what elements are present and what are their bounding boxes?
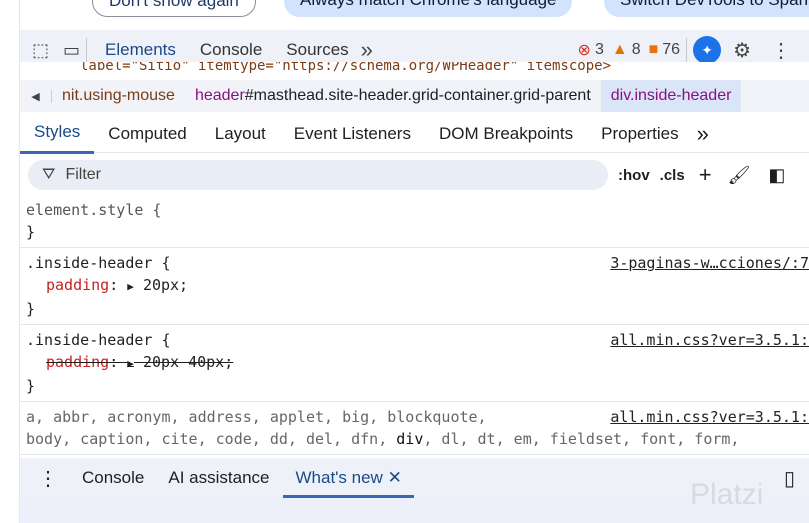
rule-selector[interactable]: element.style { bbox=[26, 199, 803, 221]
property-name[interactable]: padding bbox=[46, 276, 109, 294]
style-rule: element.style { } bbox=[20, 195, 809, 248]
matched-selector: div bbox=[396, 430, 424, 448]
issue-counters[interactable]: ⊗ 3 ▲ 8 ■ 76 bbox=[578, 40, 681, 60]
issue-count: 76 bbox=[662, 41, 681, 58]
scroll-left-icon[interactable]: ◀ bbox=[20, 89, 52, 103]
expand-icon[interactable]: ▶ bbox=[127, 357, 134, 370]
warning-count: 8 bbox=[631, 41, 641, 58]
divider bbox=[86, 38, 88, 62]
more-subtabs-icon[interactable]: » bbox=[693, 115, 713, 153]
dock-side-icon[interactable]: ▯ bbox=[784, 466, 795, 491]
breadcrumb-tag: header bbox=[194, 87, 245, 104]
toggle-sidebar-icon[interactable]: ◧ bbox=[768, 165, 785, 186]
style-rule: .inside-header { 3-paginas-w…cciones/:7 … bbox=[20, 248, 809, 325]
filter-row: ⛛ Filter :hov .cls + 🖌 ◧ bbox=[20, 157, 809, 193]
rule-close: } bbox=[26, 223, 36, 241]
filter-placeholder: Filter bbox=[65, 166, 102, 183]
style-rule: .inside-header { all.min.css?ver=3.5.1: … bbox=[20, 325, 809, 402]
drawer-menu-icon[interactable]: ⋮ bbox=[38, 466, 58, 491]
cls-button[interactable]: .cls bbox=[660, 167, 685, 184]
warning-icon: ▲ bbox=[611, 41, 628, 58]
ai-assistant-icon[interactable]: ✦ bbox=[693, 36, 722, 64]
drawer-tab-ai-assistance[interactable]: AI assistance bbox=[168, 468, 269, 488]
issue-icon: ■ bbox=[648, 41, 659, 58]
rule-close: } bbox=[26, 300, 36, 318]
tab-layout[interactable]: Layout bbox=[201, 115, 280, 153]
filter-input[interactable]: ⛛ Filter bbox=[28, 160, 608, 190]
close-icon[interactable]: ✕ bbox=[388, 468, 402, 487]
inspect-element-icon[interactable]: ⬚ bbox=[32, 40, 49, 61]
property-value[interactable]: 20px; bbox=[143, 276, 188, 294]
property-name[interactable]: padding bbox=[46, 353, 109, 371]
breadcrumb: ◀ nit.using-mouse header#masthead.site-h… bbox=[20, 80, 809, 112]
property-value[interactable]: 20px 40px; bbox=[143, 353, 233, 371]
more-options-icon[interactable]: ⋮ bbox=[771, 38, 791, 63]
expand-icon[interactable]: ▶ bbox=[127, 280, 134, 293]
style-rules: element.style { } .inside-header { 3-pag… bbox=[20, 195, 809, 455]
error-icon: ⊗ bbox=[577, 42, 591, 59]
rule-source-link[interactable]: 3-paginas-w…cciones/:7 bbox=[610, 252, 809, 274]
tab-dom-breakpoints[interactable]: DOM Breakpoints bbox=[425, 115, 587, 153]
match-language-button[interactable]: Always match Chrome's language bbox=[284, 0, 573, 17]
platzi-watermark: Platzi bbox=[690, 478, 764, 511]
rule-selector: body, caption, cite, code, dd, del, dfn, bbox=[26, 430, 397, 448]
hov-button[interactable]: :hov bbox=[618, 167, 650, 184]
language-banner: Don't show again Always match Chrome's l… bbox=[20, 0, 809, 28]
tab-styles[interactable]: Styles bbox=[20, 113, 95, 154]
filter-icon: ⛛ bbox=[42, 166, 56, 183]
drawer-tab-console[interactable]: Console bbox=[82, 468, 144, 488]
error-count: 3 bbox=[594, 41, 604, 58]
dont-show-again-button[interactable]: Don't show again bbox=[92, 0, 256, 17]
breadcrumb-rest: .inside-header bbox=[630, 87, 732, 104]
settings-gear-icon[interactable]: ⚙ bbox=[733, 38, 751, 63]
rule-selector: , dl, dt, em, fieldset, font, form, bbox=[423, 430, 740, 448]
tab-properties[interactable]: Properties bbox=[587, 115, 692, 153]
device-toolbar-icon[interactable]: ▭ bbox=[63, 40, 80, 61]
breadcrumb-item[interactable]: header#masthead.site-header.grid-contain… bbox=[185, 87, 601, 105]
rule-close: } bbox=[26, 377, 36, 395]
new-rule-icon[interactable]: + bbox=[699, 162, 712, 188]
rule-source-link[interactable]: all.min.css?ver=3.5.1: bbox=[610, 329, 809, 351]
drawer-tab-whats-new[interactable]: What's new ✕ bbox=[283, 458, 414, 498]
divider bbox=[686, 38, 688, 62]
left-edge bbox=[0, 0, 20, 523]
rule-source-link[interactable]: all.min.css?ver=3.5.1: bbox=[610, 406, 809, 428]
paint-brush-icon[interactable]: 🖌 bbox=[728, 165, 751, 186]
tab-computed[interactable]: Computed bbox=[94, 115, 200, 153]
switch-language-button[interactable]: Switch DevTools to Spanish bbox=[604, 0, 809, 17]
breadcrumb-tag: div bbox=[610, 87, 631, 104]
more-tabs-icon[interactable]: » bbox=[361, 37, 373, 63]
styles-subtabs: Styles Computed Layout Event Listeners D… bbox=[20, 113, 809, 154]
breadcrumb-item-selected[interactable]: div.inside-header bbox=[600, 80, 742, 112]
dom-tree-cut-line: label="Sitio" itemtype="https://schema.o… bbox=[20, 62, 809, 80]
breadcrumb-rest: #masthead.site-header.grid-container.gri… bbox=[244, 87, 591, 104]
breadcrumb-item[interactable]: nit.using-mouse bbox=[52, 87, 185, 105]
style-rule: a, abbr, acronym, address, applet, big, … bbox=[20, 402, 809, 455]
tab-label: What's new bbox=[295, 468, 383, 487]
tab-event-listeners[interactable]: Event Listeners bbox=[280, 115, 425, 153]
